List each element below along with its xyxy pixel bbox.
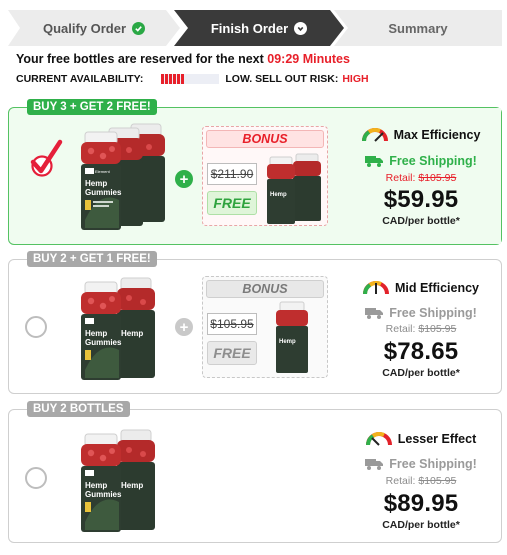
selected-check-icon[interactable] <box>23 138 65 180</box>
offer-card-buy2-get1[interactable]: BUY 2 + GET 1 FREE! Hemp Hemp Gummies + … <box>8 251 502 394</box>
bonus-old-price: $105.95 <box>207 313 257 335</box>
offer-card-buy2[interactable]: BUY 2 BOTTLES Hemp Hemp Gummies Lesser E… <box>8 401 502 543</box>
product-bottles-2: Hemp Hemp Gummies <box>81 277 155 380</box>
svg-text:Element: Element <box>95 169 111 174</box>
shipping-row: Free Shipping! <box>341 154 501 168</box>
shipping-label: Free Shipping! <box>389 457 477 471</box>
offer-tag: BUY 3 + GET 2 FREE! <box>27 99 157 115</box>
offer-radio[interactable] <box>25 467 47 489</box>
step-summary-label: Summary <box>388 20 448 36</box>
efficiency-label: Lesser Effect <box>397 431 477 446</box>
reservation-text: Your free bottles are reserved for the n… <box>16 52 264 66</box>
offer-tag: BUY 2 BOTTLES <box>27 401 130 417</box>
offer-price: $78.65 <box>383 338 459 365</box>
step-qualify-order[interactable]: Qualify Order <box>8 10 180 46</box>
bottle-name-line1: Hemp <box>85 179 107 188</box>
offer-tag: BUY 2 + GET 1 FREE! <box>27 251 157 267</box>
svg-text:Hemp: Hemp <box>85 329 107 338</box>
step-finish-order[interactable]: Finish Order <box>174 10 344 46</box>
offer-price-panel: Lesser Effect Free Shipping! Retail: $10… <box>341 410 501 542</box>
bonus-bottles-2: Hemp <box>267 153 321 224</box>
svg-text:Gummies: Gummies <box>85 338 122 347</box>
retail-row: Retail: $105.95 <box>341 323 501 335</box>
countdown-timer: 09:29 Minutes <box>267 52 350 66</box>
retail-label: Retail: <box>385 172 416 184</box>
bottle-name-line2: Gummies <box>85 188 122 197</box>
step-qualify-label: Qualify Order <box>42 20 127 36</box>
plus-icon: + <box>175 170 193 188</box>
plus-icon: + <box>175 318 193 336</box>
svg-text:Hemp: Hemp <box>121 329 143 338</box>
shipping-row: Free Shipping! <box>341 306 501 320</box>
product-bottles-3: Element Hemp Gummies <box>81 123 165 230</box>
bonus-free-label: FREE <box>207 341 257 365</box>
retail-label: Retail: <box>385 475 416 487</box>
offer-radio[interactable] <box>25 316 47 338</box>
step-finish-label: Finish Order <box>210 20 289 36</box>
offer-price: $59.95 <box>383 186 459 213</box>
efficiency-label: Max Efficiency <box>393 127 481 142</box>
gauge-mid-icon <box>362 280 389 295</box>
offer-price-panel: Max Efficiency Free Shipping! Retail: $1… <box>341 108 501 244</box>
bonus-old-price: $211.90 <box>207 163 257 185</box>
checkout-steps: Qualify Order Finish Order Summary <box>8 10 502 48</box>
retail-row: Retail: $105.95 <box>341 172 501 184</box>
price-unit: CAD/per bottle* <box>382 215 460 227</box>
check-icon <box>132 21 146 35</box>
bonus-label: BONUS <box>206 130 324 148</box>
price-unit: CAD/per bottle* <box>382 519 460 531</box>
offer-price-panel: Mid Efficiency Free Shipping! Retail: $1… <box>341 260 501 393</box>
truck-icon <box>365 156 384 167</box>
offer-card-buy3-get2[interactable]: BUY 3 + GET 2 FREE! Element Hemp Gummies… <box>8 99 502 245</box>
truck-icon <box>365 308 384 319</box>
reservation-notice: Your free bottles are reserved for the n… <box>16 52 350 66</box>
bonus-box: BONUS $211.90 FREE Hemp <box>202 126 328 226</box>
availability-status: LOW. SELL OUT RISK: <box>225 73 339 85</box>
retail-price: $105.95 <box>418 172 457 184</box>
efficiency-row: Mid Efficiency <box>341 280 501 295</box>
efficiency-row: Max Efficiency <box>341 127 501 142</box>
svg-text:Hemp: Hemp <box>121 481 143 490</box>
efficiency-row: Lesser Effect <box>341 431 501 446</box>
availability-label: CURRENT AVAILABILITY: <box>16 73 144 85</box>
svg-text:Hemp: Hemp <box>270 192 287 198</box>
shipping-label: Free Shipping! <box>389 154 477 168</box>
svg-text:Gummies: Gummies <box>85 490 122 499</box>
sellout-risk: HIGH <box>342 73 369 85</box>
availability-meter <box>161 74 220 84</box>
gauge-max-icon <box>361 127 388 142</box>
svg-text:Hemp: Hemp <box>279 339 296 345</box>
gauge-low-icon <box>365 431 392 446</box>
bonus-bottle-1: Hemp <box>276 301 308 373</box>
svg-text:Hemp: Hemp <box>85 481 107 490</box>
retail-price: $105.95 <box>418 323 457 335</box>
bonus-label: BONUS <box>206 280 324 298</box>
availability-row: CURRENT AVAILABILITY: LOW. SELL OUT RISK… <box>16 73 369 85</box>
shipping-row: Free Shipping! <box>341 457 501 471</box>
bonus-box: BONUS $105.95 FREE Hemp <box>202 276 328 378</box>
truck-icon <box>365 459 384 470</box>
offer-price: $89.95 <box>383 490 459 517</box>
chevron-down-icon <box>294 21 308 35</box>
retail-label: Retail: <box>385 323 416 335</box>
step-summary[interactable]: Summary <box>334 10 502 46</box>
bonus-free-label: FREE <box>207 191 257 215</box>
retail-row: Retail: $105.95 <box>341 475 501 487</box>
shipping-label: Free Shipping! <box>389 306 477 320</box>
price-unit: CAD/per bottle* <box>382 367 460 379</box>
efficiency-label: Mid Efficiency <box>394 280 480 295</box>
product-bottles-2: Hemp Hemp Gummies <box>81 429 155 532</box>
retail-price: $105.95 <box>418 475 457 487</box>
